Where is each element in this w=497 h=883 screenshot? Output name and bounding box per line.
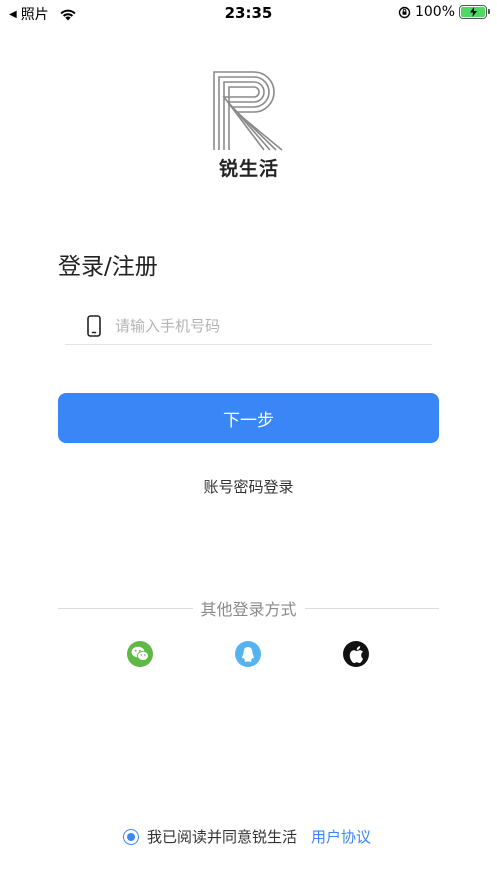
- phone-input-row[interactable]: [65, 308, 432, 345]
- divider-right: [304, 607, 440, 609]
- page-title: 登录/注册: [58, 254, 158, 280]
- other-login-label: 其他登录方式: [200, 600, 297, 619]
- radio-checked-dot: [127, 832, 135, 841]
- battery-icon: [459, 5, 490, 19]
- logo-letter-r-icon: [213, 71, 283, 151]
- password-login-link[interactable]: 账号密码登录: [0, 476, 497, 497]
- next-step-button[interactable]: 下一步: [58, 393, 439, 443]
- agreement-text: 我已阅读并同意锐生活: [147, 828, 298, 846]
- battery-percent: 100%: [414, 4, 455, 20]
- agreement-row: 我已阅读并同意锐生活 用户协议: [123, 826, 371, 847]
- agreement-radio[interactable]: [123, 828, 139, 845]
- wechat-login-button[interactable]: [127, 641, 153, 667]
- user-agreement-link[interactable]: 用户协议: [311, 826, 371, 847]
- divider-left: [58, 607, 193, 609]
- orientation-lock-icon: [398, 6, 411, 18]
- wechat-icon: [131, 646, 149, 661]
- mobile-phone-icon: [87, 315, 101, 337]
- brand-logo: 锐生活: [208, 70, 290, 180]
- phone-number-input[interactable]: [115, 317, 415, 335]
- brand-name: 锐生活: [218, 158, 279, 180]
- qq-login-button[interactable]: [235, 641, 261, 667]
- status-right: 100%: [398, 4, 490, 20]
- charging-bolt-icon: [469, 7, 477, 17]
- apple-login-button[interactable]: [343, 641, 369, 667]
- status-bar: ◀ 照片 23:35 100%: [0, 0, 497, 26]
- qq-icon: [242, 646, 254, 662]
- other-login-divider: 其他登录方式: [58, 598, 440, 619]
- apple-icon: [349, 645, 363, 663]
